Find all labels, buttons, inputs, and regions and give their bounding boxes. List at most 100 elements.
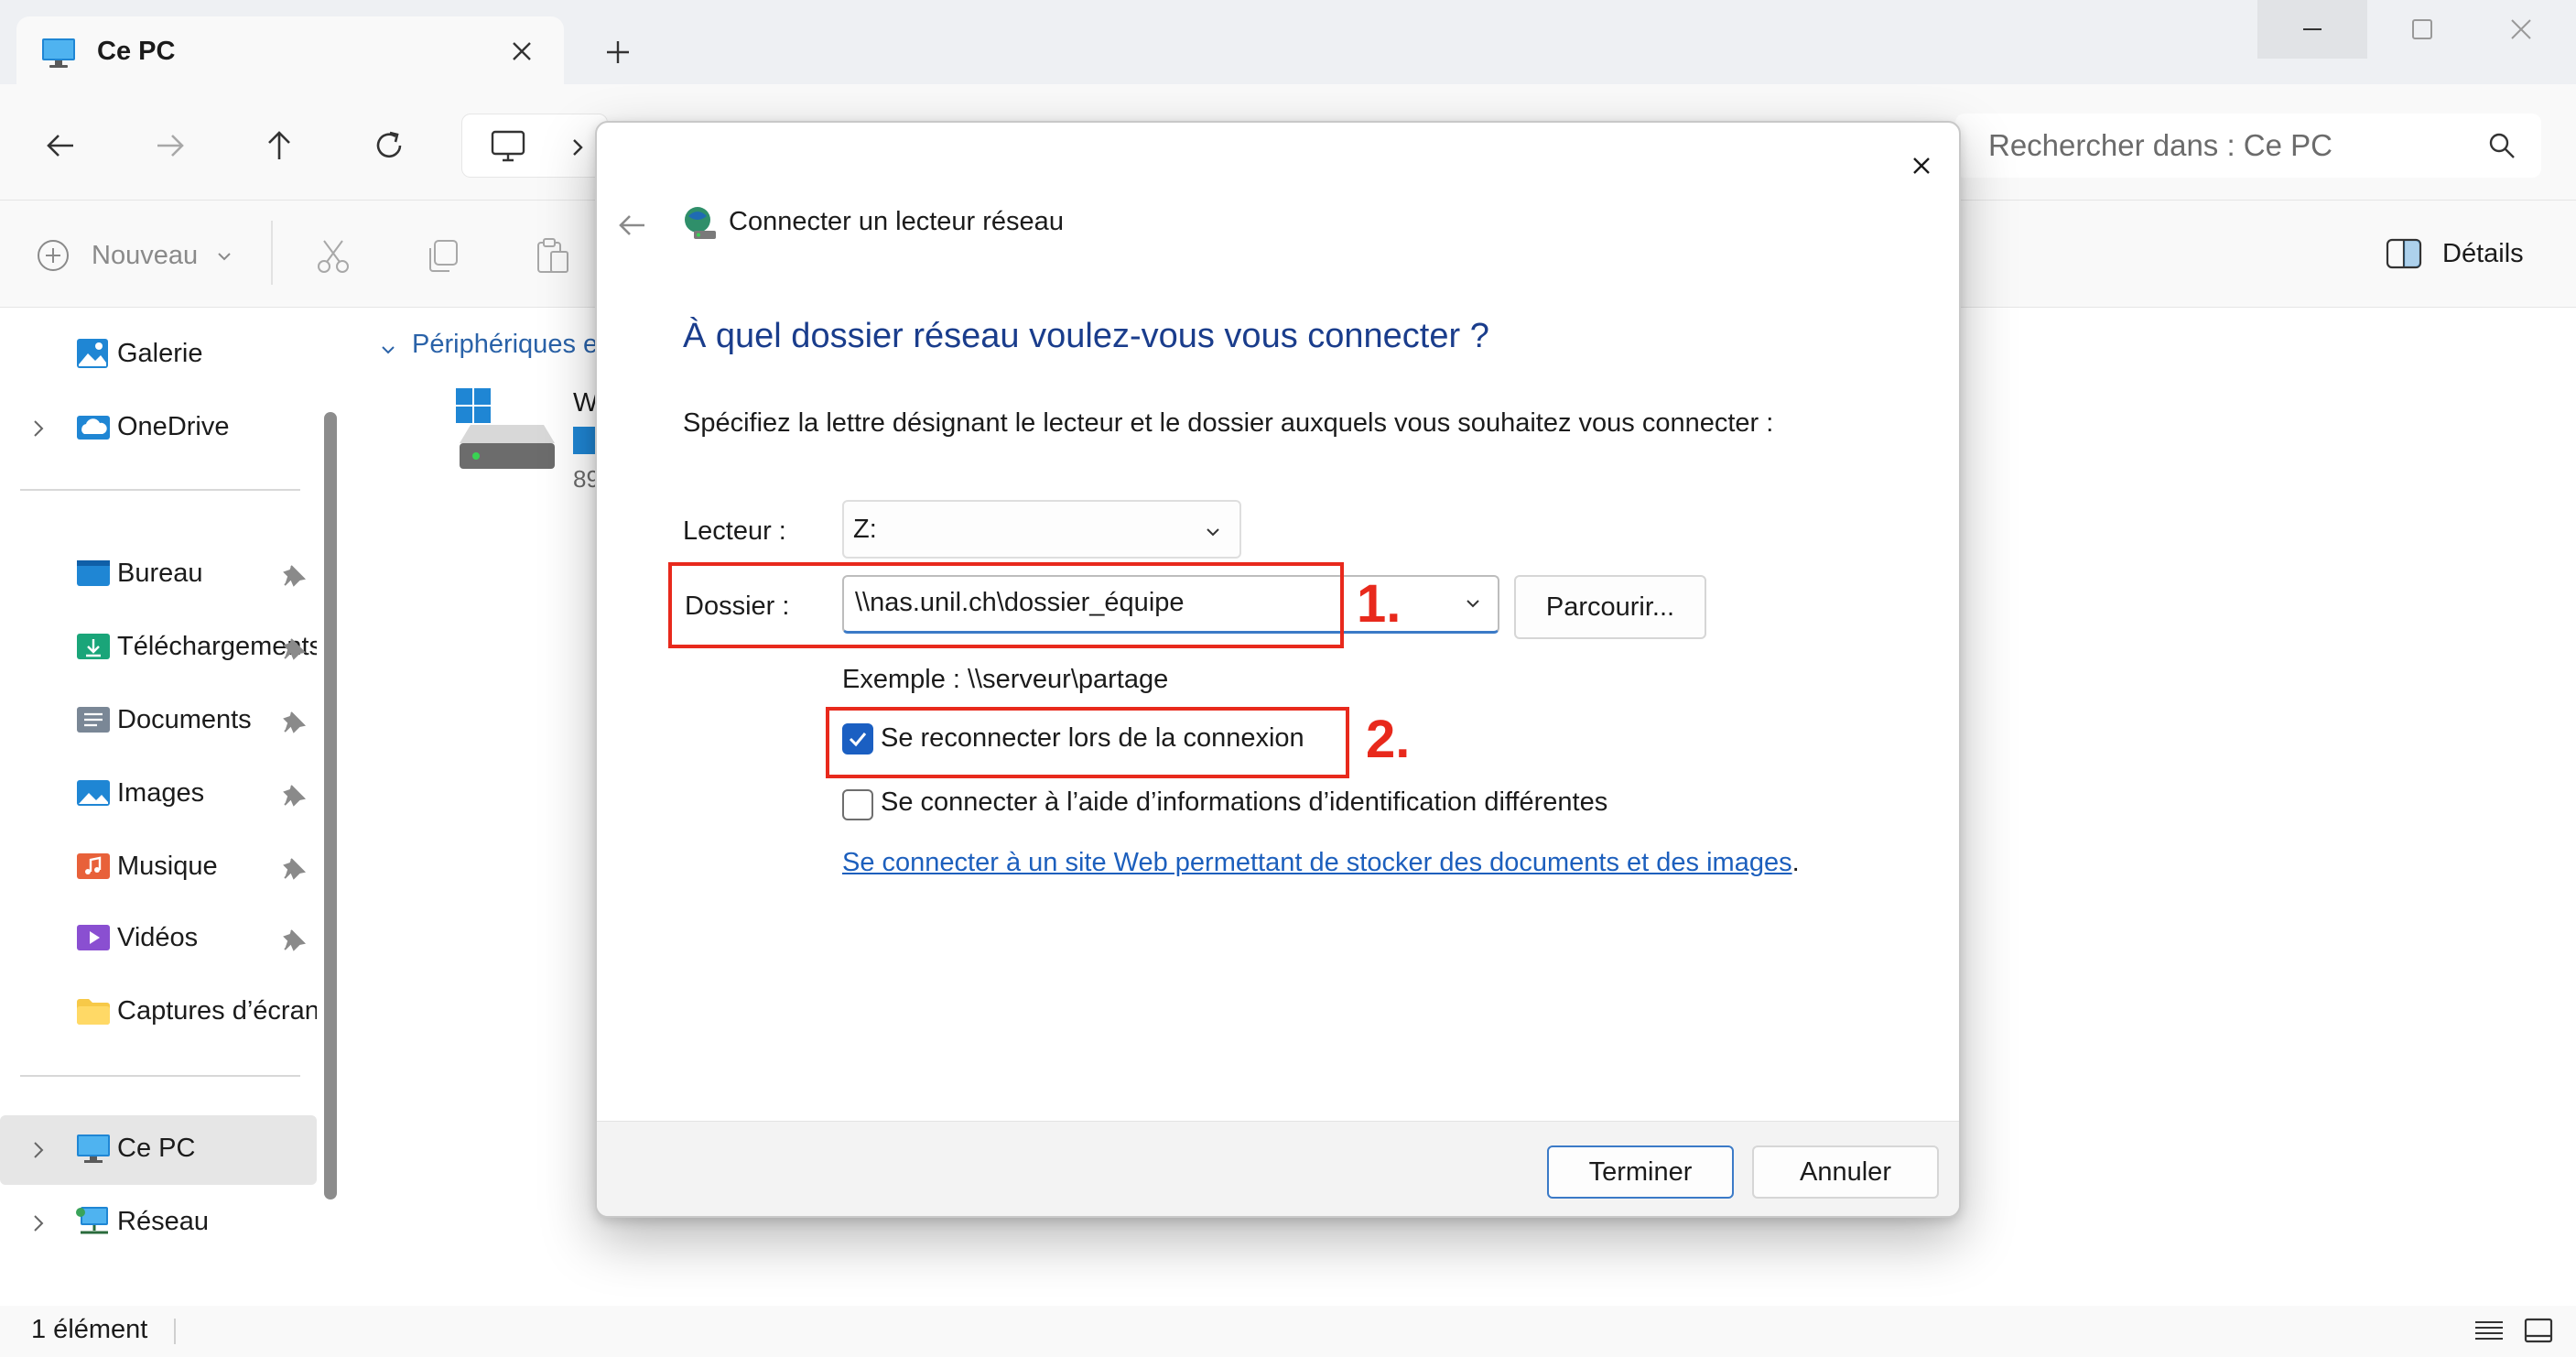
sidebar-item-onedrive[interactable]: OneDrive bbox=[0, 394, 317, 463]
sidebar-item-network[interactable]: Réseau bbox=[0, 1189, 317, 1258]
sidebar-item-gallery[interactable]: Galerie bbox=[0, 320, 317, 390]
pictures-folder-icon bbox=[77, 780, 110, 806]
credentials-label[interactable]: Se connecter à l’aide d’informations d’i… bbox=[881, 787, 1607, 818]
item-count: 1 élément bbox=[31, 1315, 148, 1344]
network-icon bbox=[76, 1207, 108, 1234]
tiles-view-icon[interactable] bbox=[2523, 1315, 2554, 1346]
credentials-checkbox[interactable] bbox=[842, 789, 873, 820]
drive-letter-select[interactable]: Z: bbox=[842, 500, 1241, 559]
sidebar-item-label: Captures d’écran bbox=[117, 996, 317, 1026]
dialog-title: Connecter un lecteur réseau bbox=[729, 207, 1064, 236]
close-tab-icon[interactable] bbox=[502, 31, 542, 71]
forward-icon[interactable] bbox=[146, 123, 192, 168]
cloud-icon bbox=[77, 416, 110, 440]
navigation-pane: Galerie OneDrive Bureau Téléchargements … bbox=[0, 308, 337, 1306]
search-icon bbox=[2489, 133, 2515, 158]
sidebar-scrollbar[interactable] bbox=[324, 412, 337, 1200]
chevron-right-icon[interactable] bbox=[29, 1212, 48, 1234]
chevron-right-icon[interactable] bbox=[29, 418, 48, 440]
title-bar: Ce PC bbox=[0, 0, 2576, 86]
callout-step-2: 2. bbox=[1366, 710, 1411, 769]
pin-icon[interactable] bbox=[280, 562, 308, 590]
pin-icon[interactable] bbox=[280, 855, 308, 883]
drive-letter-value: Z: bbox=[853, 515, 877, 544]
back-arrow-icon[interactable] bbox=[612, 205, 652, 245]
search-placeholder: Rechercher dans : Ce PC bbox=[1988, 128, 2333, 162]
plus-circle-icon bbox=[38, 240, 69, 271]
sidebar-item-documents[interactable]: Documents bbox=[0, 687, 317, 756]
back-icon[interactable] bbox=[38, 123, 84, 168]
documents-folder-icon bbox=[77, 707, 110, 733]
callout-step-1: 1. bbox=[1357, 574, 1402, 634]
pin-icon[interactable] bbox=[280, 709, 308, 736]
details-view-icon[interactable] bbox=[2473, 1317, 2505, 1346]
dialog-heading: À quel dossier réseau voulez-vous vous c… bbox=[683, 317, 1489, 355]
search-box[interactable]: Rechercher dans : Ce PC bbox=[1955, 114, 2541, 178]
tab-this-pc[interactable]: Ce PC bbox=[16, 16, 564, 86]
folder-example: Exemple : \\serveur\partage bbox=[842, 665, 1169, 694]
cut-icon[interactable] bbox=[313, 235, 353, 276]
close-icon bbox=[2511, 19, 2531, 39]
status-divider bbox=[174, 1319, 176, 1344]
sidebar-item-screenshots[interactable]: Captures d’écran bbox=[0, 978, 317, 1048]
minimize-icon bbox=[2303, 28, 2322, 30]
music-folder-icon bbox=[77, 853, 110, 879]
browse-button[interactable]: Parcourir... bbox=[1514, 575, 1706, 639]
new-button-label: Nouveau bbox=[92, 241, 199, 270]
sidebar-divider bbox=[20, 1075, 300, 1077]
close-icon[interactable] bbox=[1895, 139, 1948, 192]
sidebar-item-this-pc[interactable]: Ce PC bbox=[0, 1115, 317, 1185]
network-drive-icon bbox=[685, 207, 716, 239]
sidebar-item-label: OneDrive bbox=[117, 412, 230, 441]
maximize-icon bbox=[2412, 19, 2432, 39]
dialog-instruction: Spécifiez la lettre désignant le lecteur… bbox=[683, 408, 1774, 438]
website-link-row: Se connecter à un site Web permettant de… bbox=[842, 848, 1800, 878]
finish-button[interactable]: Terminer bbox=[1547, 1145, 1734, 1199]
refresh-icon[interactable] bbox=[366, 123, 412, 168]
sidebar-item-desktop[interactable]: Bureau bbox=[0, 540, 317, 610]
chevron-down-icon[interactable] bbox=[1463, 593, 1483, 613]
gallery-icon bbox=[77, 339, 108, 368]
cancel-button[interactable]: Annuler bbox=[1752, 1145, 1939, 1199]
status-bar: 1 élément bbox=[0, 1306, 2576, 1357]
desktop-folder-icon bbox=[77, 560, 110, 586]
website-link-suffix: . bbox=[1791, 848, 1800, 877]
chevron-right-icon bbox=[573, 139, 583, 156]
sidebar-item-label: Galerie bbox=[117, 339, 203, 368]
details-button[interactable]: Détails bbox=[2382, 228, 2565, 281]
tab-title: Ce PC bbox=[97, 37, 176, 66]
pin-icon[interactable] bbox=[280, 635, 308, 663]
up-icon[interactable] bbox=[256, 123, 302, 168]
map-network-drive-dialog: Connecter un lecteur réseau À quel dossi… bbox=[595, 121, 1961, 1218]
callout-highlight-folder bbox=[668, 562, 1344, 648]
sidebar-item-music[interactable]: Musique bbox=[0, 833, 317, 903]
chevron-down-icon[interactable] bbox=[379, 341, 397, 359]
chevron-down-icon bbox=[1207, 528, 1219, 537]
monitor-icon bbox=[42, 38, 75, 68]
new-tab-icon[interactable] bbox=[597, 31, 639, 73]
chevron-down-icon bbox=[218, 253, 231, 261]
new-button[interactable]: Nouveau bbox=[31, 228, 242, 281]
sidebar-item-downloads[interactable]: Téléchargements bbox=[0, 613, 317, 683]
close-window-button[interactable] bbox=[2466, 0, 2576, 59]
downloads-folder-icon bbox=[77, 634, 110, 659]
sidebar-item-pictures[interactable]: Images bbox=[0, 760, 317, 830]
minimize-button[interactable] bbox=[2257, 0, 2367, 59]
sidebar-item-label: Réseau bbox=[117, 1207, 209, 1236]
toolbar-divider bbox=[271, 221, 273, 285]
maximize-button[interactable] bbox=[2367, 0, 2477, 59]
pin-icon[interactable] bbox=[280, 927, 308, 954]
windows-drive-icon[interactable] bbox=[456, 388, 558, 476]
sidebar-item-videos[interactable]: Vidéos bbox=[0, 905, 317, 974]
folder-icon bbox=[77, 999, 110, 1025]
address-bar[interactable] bbox=[461, 114, 608, 178]
sidebar-item-label: Ce PC bbox=[117, 1134, 196, 1163]
website-link[interactable]: Se connecter à un site Web permettant de… bbox=[842, 848, 1792, 877]
chevron-right-icon[interactable] bbox=[29, 1139, 48, 1161]
sidebar-divider bbox=[20, 489, 300, 491]
videos-folder-icon bbox=[77, 925, 110, 950]
details-button-label: Détails bbox=[2442, 239, 2524, 268]
paste-icon[interactable] bbox=[533, 235, 573, 276]
copy-icon[interactable] bbox=[423, 235, 463, 276]
pin-icon[interactable] bbox=[280, 782, 308, 809]
